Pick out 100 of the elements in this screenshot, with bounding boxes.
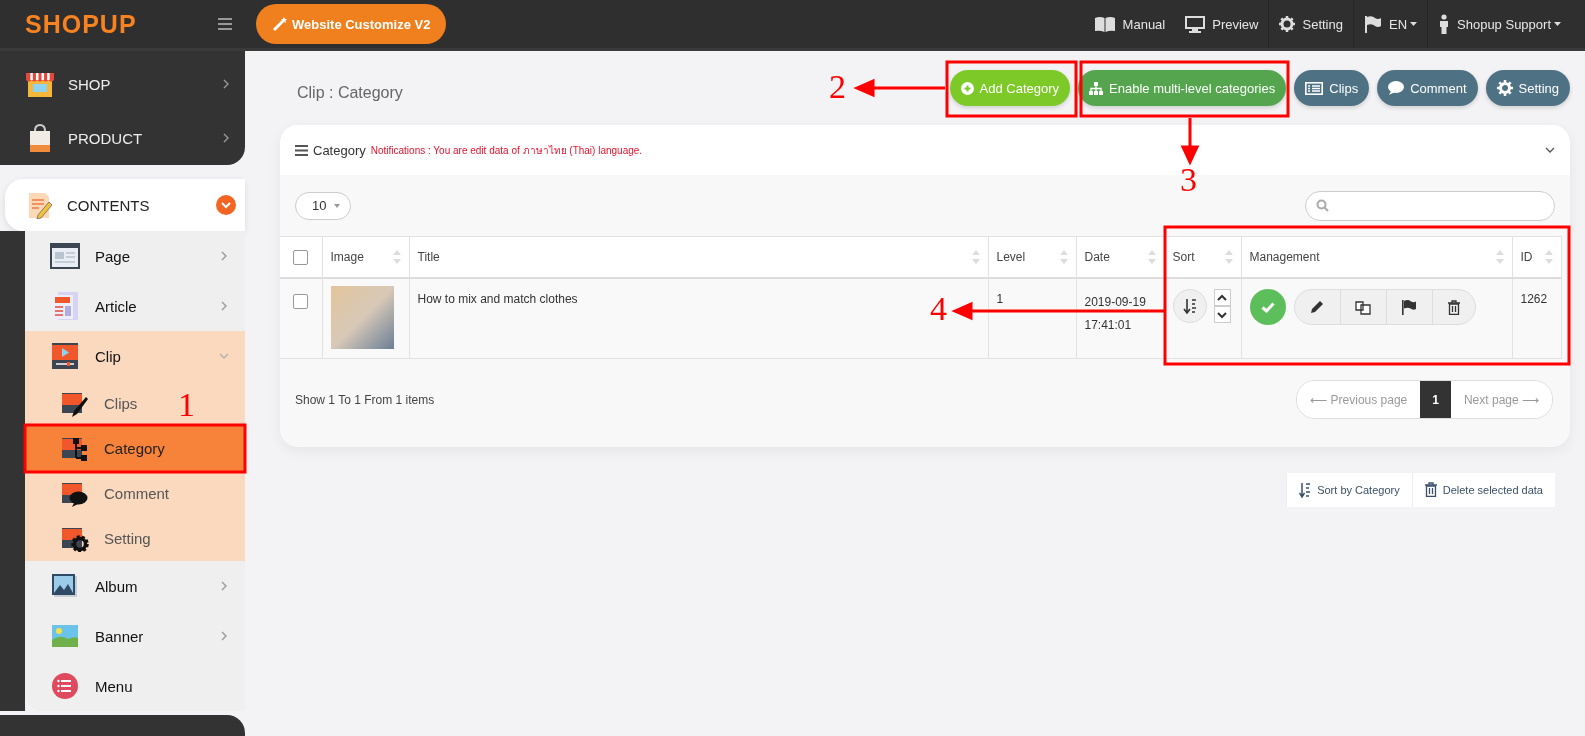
caret-icon xyxy=(334,203,340,208)
bulk-action-button[interactable]: Delete selected data xyxy=(1411,472,1555,507)
chevron-down-icon[interactable] xyxy=(1545,147,1555,153)
caret-icon xyxy=(1410,22,1418,26)
chevron-down-icon xyxy=(216,195,236,215)
header-link[interactable]: EN xyxy=(1352,0,1428,48)
search-field[interactable] xyxy=(1305,190,1555,221)
copy-icon xyxy=(1355,299,1371,315)
landscape-icon xyxy=(50,625,80,647)
column-header[interactable]: Image xyxy=(330,250,364,264)
sidebar-subitem[interactable]: Clips xyxy=(25,381,146,426)
plus-icon xyxy=(960,81,974,95)
select-all-checkbox[interactable] xyxy=(293,249,309,265)
check-icon xyxy=(1260,301,1275,313)
flag-icon xyxy=(1401,299,1417,315)
sort-icon xyxy=(1299,481,1312,498)
video-player-icon xyxy=(50,343,80,369)
column-header[interactable]: Date xyxy=(1084,250,1110,264)
menu-icon xyxy=(295,144,308,156)
bulk-action-button[interactable]: Sort by Category xyxy=(1286,472,1412,507)
trash-icon xyxy=(1447,299,1460,315)
column-header[interactable]: Sort xyxy=(1172,250,1195,264)
person-icon xyxy=(1438,14,1451,34)
book-icon xyxy=(1093,16,1116,32)
chevron-right-icon xyxy=(223,79,229,89)
table-cell-text: 17:41:01 xyxy=(1084,318,1133,332)
sort-icon xyxy=(1182,298,1197,314)
hierarchy-icon xyxy=(1089,81,1104,95)
storefront-icon xyxy=(25,70,55,98)
sidebar-item[interactable]: CONTENTS xyxy=(5,179,245,231)
step-number: 2 xyxy=(829,70,846,104)
sidebar-item[interactable]: Page xyxy=(25,231,245,281)
publish-toggle[interactable] xyxy=(1249,289,1286,325)
chevron-right-icon xyxy=(219,251,229,261)
table-cell: How to mix and match clothes xyxy=(417,292,578,306)
sidebar-subitem[interactable]: Comment xyxy=(25,471,178,516)
monitor-icon xyxy=(1185,15,1206,33)
header-link[interactable]: Preview xyxy=(1175,0,1269,48)
results-summary: Show 1 To 1 From 1 items xyxy=(295,392,435,407)
action-button[interactable]: Clips xyxy=(1294,70,1370,106)
column-header[interactable]: Title xyxy=(417,250,440,264)
logo[interactable]: SHOPUP xyxy=(25,9,205,39)
sidebar-item[interactable]: Menu xyxy=(25,661,245,711)
row-checkbox[interactable] xyxy=(293,294,309,309)
header-link[interactable]: Manual xyxy=(1083,0,1176,48)
video-gear-icon xyxy=(60,525,90,552)
page-number-button[interactable]: 1 xyxy=(1420,381,1451,418)
speech-bubble-icon xyxy=(1388,81,1405,95)
sidebar-item[interactable]: PRODUCT xyxy=(0,111,245,165)
annotation-arrow xyxy=(1180,116,1199,164)
chevron-down-icon xyxy=(1216,310,1228,319)
page-title: Clip : Category xyxy=(297,84,403,102)
menu-icon[interactable] xyxy=(218,18,232,30)
photo-placeholder xyxy=(330,286,394,349)
action-button[interactable]: Comment xyxy=(1377,70,1478,106)
move-down-button[interactable] xyxy=(1213,306,1231,323)
action-button[interactable]: Setting xyxy=(1485,70,1570,106)
column-header[interactable]: Management xyxy=(1249,250,1320,264)
list-icon xyxy=(50,673,80,699)
sort-button[interactable] xyxy=(1172,289,1207,323)
video-pencil-icon xyxy=(60,390,90,417)
settings-icon xyxy=(1279,16,1296,32)
header-link[interactable]: Shopup Support xyxy=(1427,0,1571,48)
panel-title: Category xyxy=(313,142,366,158)
article-icon xyxy=(50,292,80,320)
sidebar-item[interactable]: SHOP xyxy=(0,57,245,111)
step-number: 1 xyxy=(178,388,195,422)
header-link[interactable]: Setting xyxy=(1268,0,1353,48)
sidebar-item[interactable]: Banner xyxy=(25,611,245,661)
sidebar-item[interactable]: Album xyxy=(25,561,245,611)
chevron-right-icon xyxy=(219,581,229,591)
language-notice: Notifications : You are edit data of ภาษาไทย (Thai) language. xyxy=(370,143,643,158)
settings-icon xyxy=(1496,80,1513,96)
step-number: 3 xyxy=(1180,163,1197,197)
trash-icon xyxy=(1424,482,1437,497)
table-cell: 1 xyxy=(996,292,1004,306)
magic-wand-icon xyxy=(272,16,288,32)
column-header[interactable]: Level xyxy=(996,250,1026,264)
chevron-up-icon xyxy=(1216,293,1228,302)
video-speech-bubble-icon xyxy=(60,480,90,507)
chevron-right-icon xyxy=(219,301,229,311)
chevron-right-icon xyxy=(223,133,229,143)
sidebar-subitem[interactable]: Setting xyxy=(25,516,159,561)
sidebar-item[interactable]: Article xyxy=(25,281,245,331)
webpage-icon xyxy=(50,243,80,269)
video-hierarchy-icon xyxy=(60,435,90,462)
chevron-down-icon xyxy=(219,351,229,361)
sidebar-item[interactable]: Clip xyxy=(25,331,245,381)
table-cell: 1262 xyxy=(1520,292,1548,306)
sidebar-subitem[interactable]: Category xyxy=(25,426,245,471)
table-cell-text: 2019-09-19 xyxy=(1084,295,1147,309)
pencil-icon xyxy=(1310,300,1324,314)
step-number: 4 xyxy=(930,292,947,326)
list-icon xyxy=(1305,81,1324,95)
picture-icon xyxy=(50,574,80,598)
column-header[interactable]: ID xyxy=(1520,250,1533,264)
page-size-select[interactable]: 10 xyxy=(295,191,351,220)
caret-icon xyxy=(1554,22,1561,26)
move-up-button[interactable] xyxy=(1213,289,1231,306)
search-icon xyxy=(1316,199,1329,212)
